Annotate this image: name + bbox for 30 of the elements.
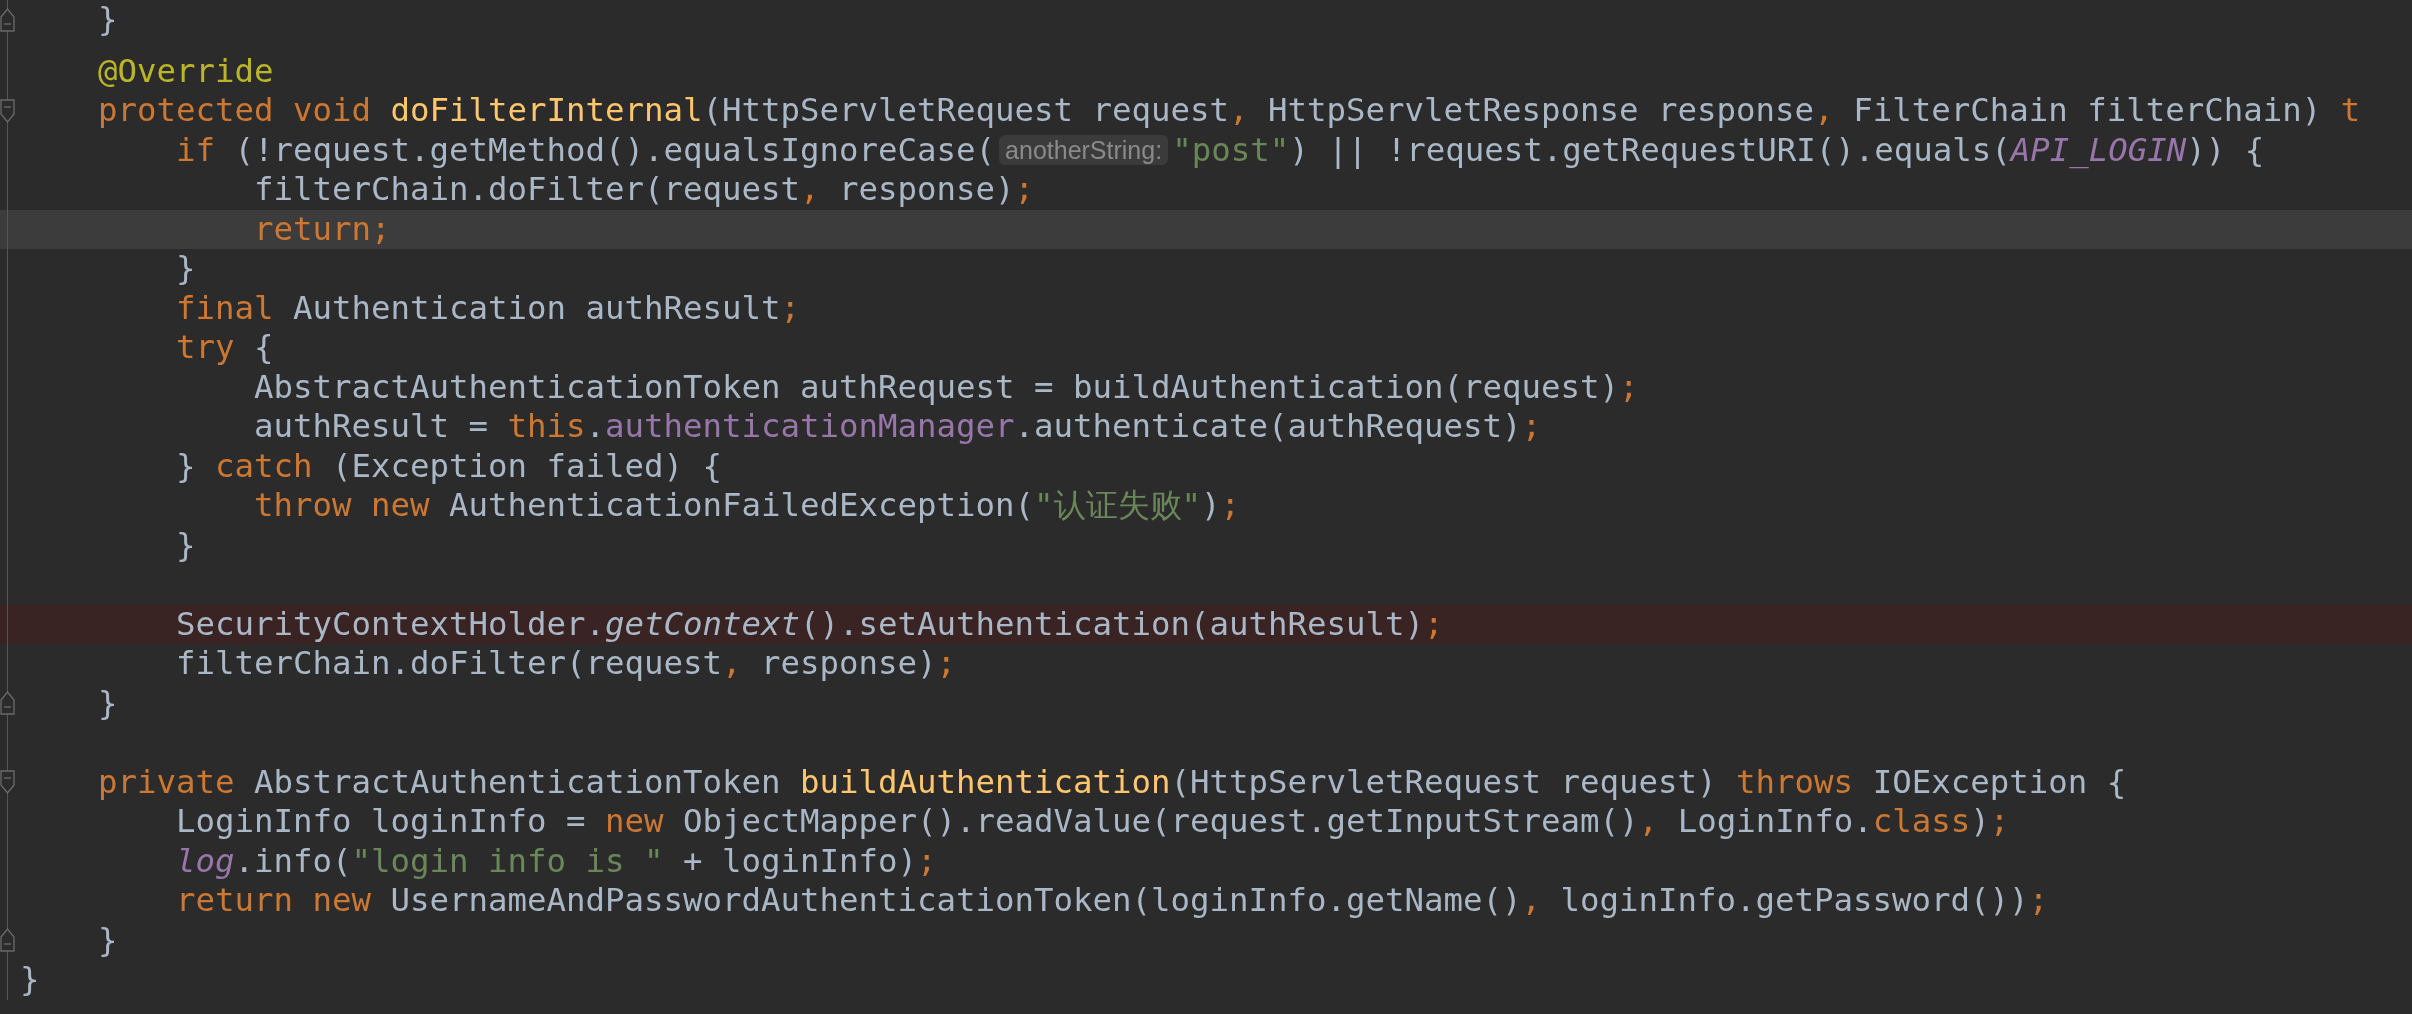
code-line: }: [176, 525, 196, 565]
code-line: private AbstractAuthenticationToken buildAuthentication(HttpServletRequest request) throws IOException {: [98, 762, 2127, 802]
code-line: log.info("login info is " + loginInfo);: [176, 841, 937, 881]
parameter-hint: anotherString:: [999, 135, 1169, 166]
code-line: }: [98, 0, 118, 40]
code-line: try {: [176, 328, 274, 368]
code-line: "post") || !request.getRequestURI().equals(API_LOGIN)) {: [1172, 130, 2265, 170]
code-line: }: [98, 683, 118, 723]
code-line: final Authentication authResult;: [176, 288, 801, 328]
code-line: } catch (Exception failed) {: [176, 446, 723, 486]
code-line: AbstractAuthenticationToken authRequest = buildAuthentication(request);: [254, 367, 1639, 407]
code-line: }: [176, 249, 196, 289]
code-line: if (!request.getMethod().equalsIgnoreCase(: [176, 130, 996, 170]
code-line: @Override: [98, 51, 274, 91]
code-line: }: [98, 920, 118, 960]
fold-icon[interactable]: [0, 98, 15, 123]
unfold-icon[interactable]: [0, 7, 15, 32]
code-line: authResult = this.authenticationManager.authenticate(authRequest);: [254, 407, 1542, 447]
code-line: protected void doFilterInternal(HttpServletRequest request, HttpServletResponse response, FilterChain filterChain) t: [98, 91, 2361, 131]
code-line: filterChain.doFilter(request, response);: [254, 170, 1035, 210]
unfold-icon[interactable]: [0, 928, 15, 953]
code-line: throw new AuthenticationFailedException("认证失败");: [254, 486, 1241, 526]
code-line: filterChain.doFilter(request, response);: [176, 644, 957, 684]
unfold-icon[interactable]: [0, 691, 15, 716]
code-line: }: [20, 960, 40, 1000]
code-line: SecurityContextHolder.getContext().setAuthentication(authResult);: [176, 604, 1444, 644]
code-line: return;: [254, 209, 391, 249]
fold-icon[interactable]: [0, 770, 15, 795]
code-line: return new UsernameAndPasswordAuthenticationToken(loginInfo.getName(), loginInfo.getPassword());: [176, 881, 2049, 921]
code-line: LoginInfo loginInfo = new ObjectMapper().readValue(request.getInputStream(), LoginInfo.class);: [176, 802, 2010, 842]
